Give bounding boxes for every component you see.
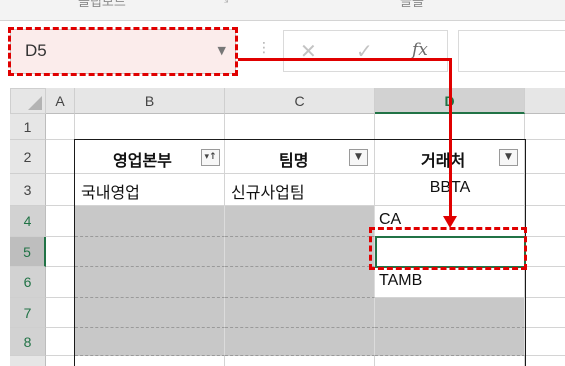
excel-window: 클립보드 ⤡ 글꼴 D5 ▼ ⋮ ✕ ✓ fx A B C D 1 2 3 4 … [0, 0, 565, 366]
cell-d6-text: TAMB [379, 272, 423, 289]
cell-b4[interactable] [75, 206, 225, 237]
cell-b9[interactable] [75, 356, 225, 366]
cell-a8[interactable] [46, 328, 75, 356]
cell-d9[interactable] [375, 356, 525, 366]
cell-e5[interactable] [525, 237, 565, 267]
cell-b1[interactable] [75, 114, 225, 140]
formula-bar-splitter-icon[interactable]: ⋮ [257, 40, 271, 56]
active-cell-highlight [369, 227, 527, 270]
ribbon-group-font-label: 글꼴 [400, 0, 424, 10]
cell-b3-text: 국내영업 [81, 183, 140, 202]
row-header-3[interactable]: 3 [10, 174, 46, 206]
cell-c3[interactable]: 신규사업팀 [225, 174, 375, 206]
cell-c3-text: 신규사업팀 [231, 183, 305, 202]
cell-c7[interactable] [225, 298, 375, 328]
sorted-filter-icon[interactable]: ▾↑ [201, 149, 220, 166]
cell-b3[interactable]: 국내영업 [75, 174, 225, 206]
header-label-client: 거래처 [421, 151, 466, 170]
row-header-1[interactable]: 1 [10, 114, 46, 140]
header-label-team-name: 팀명 [279, 151, 309, 170]
row-header-8[interactable]: 8 [10, 328, 46, 356]
formula-buttons: ✕ ✓ fx [283, 30, 448, 72]
cell-a1[interactable] [46, 114, 75, 140]
cell-e2[interactable] [525, 140, 565, 174]
cell-a4[interactable] [46, 206, 75, 237]
select-all-triangle-icon [28, 96, 42, 110]
cell-e3[interactable] [525, 174, 565, 206]
cell-d8[interactable] [375, 328, 525, 356]
cell-e6[interactable] [525, 267, 565, 298]
cell-e8[interactable] [525, 328, 565, 356]
cell-a6[interactable] [46, 267, 75, 298]
row-header-4[interactable]: 4 [10, 206, 46, 237]
row-header-6[interactable]: 6 [10, 267, 46, 298]
cell-c6[interactable] [225, 267, 375, 298]
dialog-launcher-icon[interactable]: ⤡ [218, 0, 228, 6]
filter-dropdown-icon[interactable]: ▼ [499, 149, 518, 166]
cell-c5[interactable] [225, 237, 375, 267]
cell-b7[interactable] [75, 298, 225, 328]
cell-c9[interactable] [225, 356, 375, 366]
cell-a2[interactable] [46, 140, 75, 174]
column-header-a[interactable]: A [46, 88, 75, 114]
cell-a3[interactable] [46, 174, 75, 206]
select-all-button[interactable] [10, 88, 46, 114]
cell-c4[interactable] [225, 206, 375, 237]
name-box-highlight [8, 27, 238, 76]
row-header-7[interactable]: 7 [10, 298, 46, 328]
header-label-sales-division: 영업본부 [113, 151, 172, 170]
insert-function-icon[interactable]: fx [412, 40, 428, 60]
cell-d6[interactable]: TAMB [375, 267, 525, 298]
connector-line-vertical [449, 58, 452, 218]
row-header-9[interactable] [10, 356, 46, 366]
cell-d7[interactable] [375, 298, 525, 328]
cell-e1[interactable] [525, 114, 565, 140]
header-cell-b2[interactable]: 영업본부 ▾↑ [75, 140, 225, 174]
arrow-down-icon [443, 216, 457, 228]
connector-line-horizontal [238, 58, 451, 61]
row-header-2[interactable]: 2 [10, 140, 46, 174]
cell-b5[interactable] [75, 237, 225, 267]
column-header-b[interactable]: B [75, 88, 225, 114]
ribbon-group-clipboard-label: 클립보드 [78, 0, 126, 10]
filter-dropdown-icon[interactable]: ▼ [349, 149, 368, 166]
cell-e4[interactable] [525, 206, 565, 237]
cell-a7[interactable] [46, 298, 75, 328]
cell-b6[interactable] [75, 267, 225, 298]
formula-input[interactable] [458, 30, 565, 72]
column-header-c[interactable]: C [225, 88, 375, 114]
column-header-e[interactable] [525, 88, 565, 114]
cell-b8[interactable] [75, 328, 225, 356]
cell-a5[interactable] [46, 237, 75, 267]
cell-c1[interactable] [225, 114, 375, 140]
header-cell-c2[interactable]: 팀명 ▼ [225, 140, 375, 174]
cell-c8[interactable] [225, 328, 375, 356]
ribbon: 클립보드 ⤡ 글꼴 [0, 0, 565, 21]
row-header-5[interactable]: 5 [10, 237, 46, 267]
cell-e7[interactable] [525, 298, 565, 328]
